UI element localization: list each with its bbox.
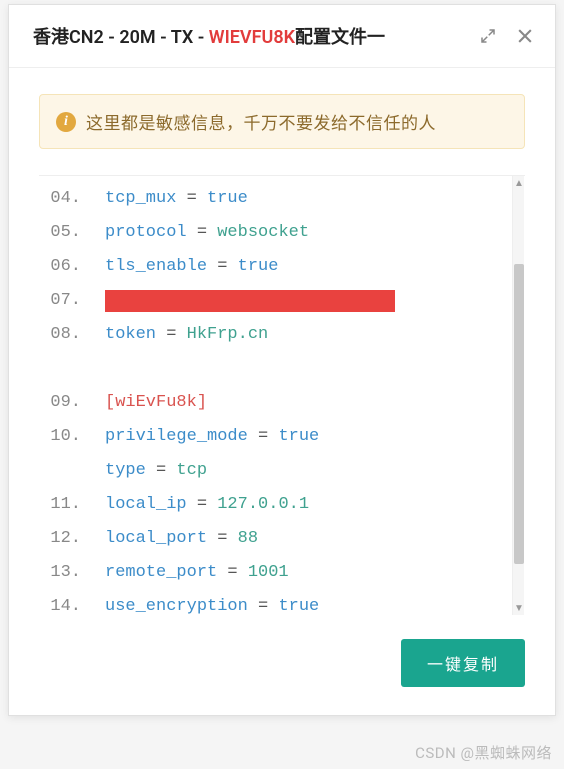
line-number: 08. [39, 318, 91, 352]
title-prefix: 香港CN2 - 20M - TX - [33, 27, 209, 48]
code-line: 09.[wiEvFu8k] [39, 386, 525, 420]
line-content: remote_port = 1001 [91, 556, 289, 590]
expand-icon[interactable] [479, 27, 497, 45]
scroll-down-icon[interactable]: ▼ [513, 601, 525, 615]
warning-icon: i [56, 112, 76, 132]
modal-title: 香港CN2 - 20M - TX - WIEVFU8K配置文件一 [33, 23, 385, 49]
scrollbar[interactable]: ▲ ▼ [512, 176, 524, 615]
line-content: tls_enable = true [91, 250, 278, 284]
line-number: 07. [39, 284, 91, 318]
line-content [91, 290, 395, 312]
code-line: 12.local_port = 88 [39, 522, 525, 556]
line-number: 04. [39, 182, 91, 216]
code-container: 04.tcp_mux = true05.protocol = websocket… [39, 175, 525, 615]
code-area[interactable]: 04.tcp_mux = true05.protocol = websocket… [39, 176, 525, 615]
code-line [39, 352, 525, 386]
line-content: token = HkFrp.cn [91, 318, 268, 352]
modal-header: 香港CN2 - 20M - TX - WIEVFU8K配置文件一 [9, 5, 555, 68]
line-content: protocol = websocket [91, 216, 309, 250]
code-line: 05.protocol = websocket [39, 216, 525, 250]
warning-alert: i 这里都是敏感信息，千万不要发给不信任的人 [39, 94, 525, 149]
copy-button[interactable]: 一键复制 [401, 639, 525, 687]
line-number: 09. [39, 386, 91, 420]
config-modal: 香港CN2 - 20M - TX - WIEVFU8K配置文件一 i 这里都是敏… [8, 4, 556, 716]
line-content: type = tcp [91, 454, 207, 488]
code-line: 14.use_encryption = true [39, 590, 525, 615]
line-content: privilege_mode = true [91, 420, 319, 454]
scroll-up-icon[interactable]: ▲ [513, 176, 525, 190]
line-content: [wiEvFu8k] [91, 386, 207, 420]
modal-body: i 这里都是敏感信息，千万不要发给不信任的人 04.tcp_mux = true… [9, 68, 555, 615]
line-content: local_ip = 127.0.0.1 [91, 488, 309, 522]
header-actions [479, 26, 535, 46]
redacted-block [105, 290, 395, 312]
line-number: 05. [39, 216, 91, 250]
line-content: local_port = 88 [91, 522, 258, 556]
close-icon[interactable] [515, 26, 535, 46]
title-code: WIEVFU8K [209, 27, 295, 48]
warning-text: 这里都是敏感信息，千万不要发给不信任的人 [86, 109, 436, 134]
code-line: 11.local_ip = 127.0.0.1 [39, 488, 525, 522]
code-line: 07. [39, 284, 525, 318]
line-content: tcp_mux = true [91, 182, 248, 216]
line-number: 13. [39, 556, 91, 590]
modal-footer: 一键复制 [9, 615, 555, 715]
line-number: 12. [39, 522, 91, 556]
code-line: 06.tls_enable = true [39, 250, 525, 284]
scrollbar-thumb[interactable] [514, 264, 524, 564]
line-number: 14. [39, 590, 91, 615]
code-line: 13.remote_port = 1001 [39, 556, 525, 590]
line-number: 06. [39, 250, 91, 284]
line-number: 10. [39, 420, 91, 454]
code-line: 08.token = HkFrp.cn [39, 318, 525, 352]
line-number: 11. [39, 488, 91, 522]
line-content [91, 352, 115, 386]
line-content: use_encryption = true [91, 590, 319, 615]
code-line: 10.privilege_mode = true [39, 420, 525, 454]
code-line: type = tcp [39, 454, 525, 488]
code-line: 04.tcp_mux = true [39, 182, 525, 216]
title-suffix: 配置文件一 [295, 27, 385, 48]
watermark: CSDN @黑蜘蛛网络 [415, 742, 552, 763]
